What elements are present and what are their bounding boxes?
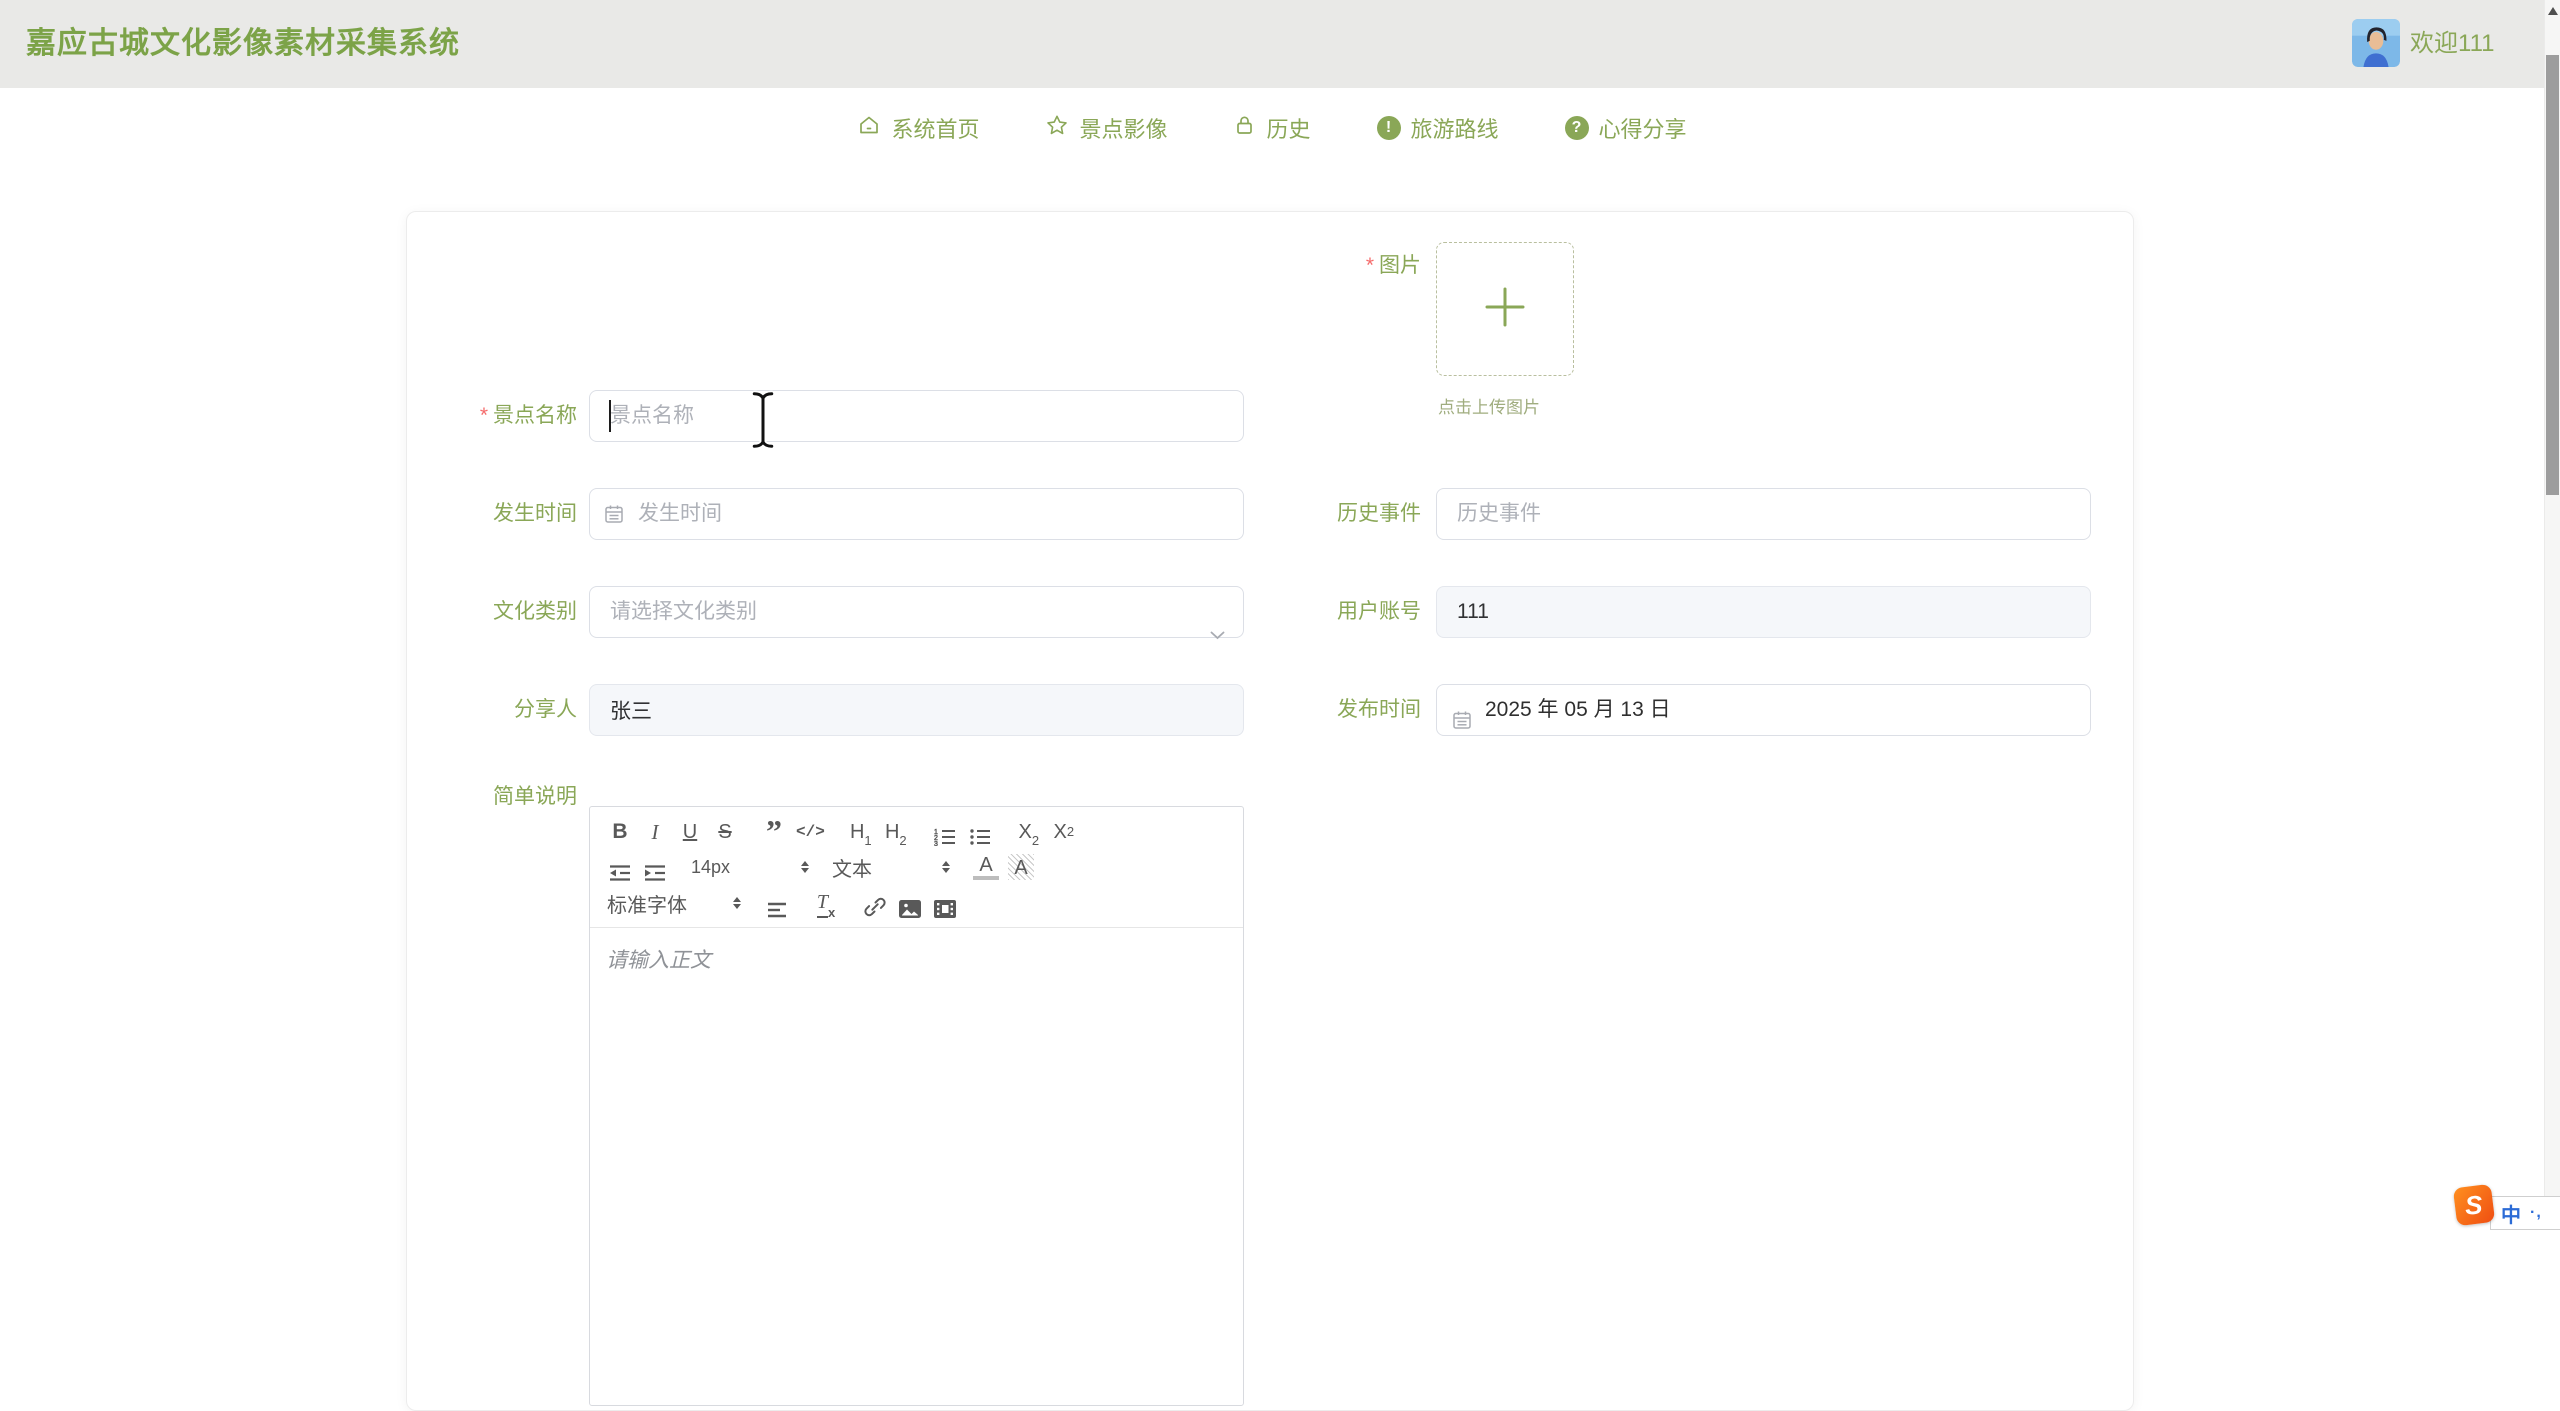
font-size-picker[interactable]: 14px	[691, 857, 809, 878]
bold-button[interactable]: B	[607, 816, 633, 846]
header-format-picker[interactable]: 文本	[832, 853, 950, 882]
align-icon[interactable]	[764, 888, 790, 918]
welcome-user[interactable]: 欢迎111	[2410, 0, 2494, 88]
nav-item-home[interactable]: 系统首页	[857, 112, 979, 144]
required-asterisk: *	[480, 404, 488, 427]
scrollbar-thumb[interactable]	[2546, 55, 2559, 495]
spot-name-input[interactable]	[589, 390, 1244, 442]
superscript-button[interactable]: X2	[1051, 816, 1077, 846]
publish-time-input[interactable]: 2025 年 05 月 13 日	[1436, 684, 2091, 736]
editor-body[interactable]: 请输入正文	[590, 928, 1243, 990]
indent-icon[interactable]	[642, 852, 668, 882]
chevron-down-icon	[1210, 609, 1225, 659]
image-label: *图片	[1251, 240, 1421, 292]
updown-arrows-icon	[801, 861, 809, 873]
editor-placeholder: 请输入正文	[606, 949, 711, 972]
occur-time-input[interactable]	[589, 488, 1244, 540]
font-family-picker[interactable]: 标准字体	[607, 889, 741, 918]
sharer-label: 分享人	[407, 684, 577, 736]
occur-time-label: 发生时间	[407, 488, 577, 540]
link-icon[interactable]	[862, 888, 888, 918]
insert-image-icon[interactable]	[897, 888, 923, 918]
ime-mode-toggle[interactable]: 中	[2501, 1199, 2521, 1228]
nav-item-scenic-images[interactable]: 景点影像	[1045, 112, 1167, 144]
publish-time-label: 发布时间	[1257, 684, 1421, 736]
highlight-color-button[interactable]: A	[1008, 854, 1034, 880]
culture-category-select[interactable]: 请选择文化类别	[589, 586, 1244, 638]
nav-item-history[interactable]: 历史	[1233, 112, 1310, 144]
avatar[interactable]	[2352, 19, 2400, 67]
upload-hint-link[interactable]: 点击上传图片	[1438, 393, 1540, 418]
ibeam-cursor	[748, 390, 778, 455]
text-caret	[609, 400, 611, 432]
page-title: 嘉应古城文化影像素材采集系统	[26, 0, 460, 88]
form-card: *图片 点击上传图片 *景点名称 发生时间 历史事件 文化类别 请选择文化类别	[406, 211, 2134, 1411]
font-color-button[interactable]: A	[973, 854, 999, 880]
rich-text-editor: B I U S ” </> H1 H2 1 2 3	[589, 806, 1244, 1406]
bullet-list-icon[interactable]	[967, 816, 993, 846]
lock-icon	[1233, 113, 1256, 143]
culture-category-label: 文化类别	[407, 586, 577, 638]
home-icon	[857, 113, 881, 143]
nav-label: 心得分享	[1599, 112, 1687, 144]
updown-arrows-icon	[942, 861, 950, 873]
calendar-icon	[1451, 700, 1473, 750]
insert-video-icon[interactable]	[932, 888, 958, 918]
updown-arrows-icon	[733, 897, 741, 909]
user-account-input[interactable]	[1436, 586, 2091, 638]
main-nav: 系统首页 景点影像 历史 ! 旅游路线 ? 心得分享	[0, 88, 2544, 168]
nav-item-sharing[interactable]: ? 心得分享	[1565, 112, 1687, 144]
sharer-input[interactable]	[589, 684, 1244, 736]
required-asterisk: *	[1366, 254, 1374, 277]
user-account-label: 用户账号	[1257, 586, 1421, 638]
svg-text:3: 3	[934, 841, 938, 846]
plus-icon	[1482, 284, 1528, 335]
ime-logo[interactable]: S	[2453, 1184, 2495, 1226]
ordered-list-icon[interactable]: 1 2 3	[932, 816, 958, 846]
image-upload-dropzone[interactable]	[1436, 242, 1574, 376]
select-placeholder: 请选择文化类别	[610, 600, 757, 623]
star-icon	[1045, 113, 1069, 143]
heading2-button[interactable]: H2	[883, 816, 909, 846]
app-header: 嘉应古城文化影像素材采集系统 欢迎111	[0, 0, 2560, 88]
heading1-button[interactable]: H1	[848, 816, 874, 846]
history-event-input[interactable]	[1436, 488, 2091, 540]
italic-button[interactable]: I	[642, 816, 668, 846]
history-event-label: 历史事件	[1257, 488, 1421, 540]
nav-label: 历史	[1266, 112, 1310, 144]
ime-punctuation-toggle[interactable]: ·,	[2530, 1204, 2542, 1222]
scrollbar-up-arrow[interactable]	[2548, 7, 2558, 15]
exclamation-circle-icon: !	[1377, 116, 1401, 140]
clear-format-button[interactable]: Tx	[813, 888, 839, 918]
nav-label: 景点影像	[1079, 112, 1167, 144]
strikethrough-button[interactable]: S	[712, 816, 738, 846]
publish-time-value: 2025 年 05 月 13 日	[1485, 698, 1671, 721]
nav-label: 旅游路线	[1411, 112, 1499, 144]
spot-name-label: *景点名称	[407, 390, 577, 442]
nav-label: 系统首页	[891, 112, 979, 144]
blockquote-button[interactable]: ”	[761, 816, 787, 846]
subscript-button[interactable]: X2	[1016, 816, 1042, 846]
underline-button[interactable]: U	[677, 816, 703, 846]
editor-toolbar: B I U S ” </> H1 H2 1 2 3	[590, 807, 1243, 928]
outdent-icon[interactable]	[607, 852, 633, 882]
ime-statusbar[interactable]: 中 ·,	[2490, 1196, 2560, 1230]
description-label: 简单说明	[407, 782, 577, 812]
nav-item-routes[interactable]: ! 旅游路线	[1377, 112, 1499, 144]
code-block-button[interactable]: </>	[796, 816, 825, 846]
question-circle-icon: ?	[1565, 116, 1589, 140]
